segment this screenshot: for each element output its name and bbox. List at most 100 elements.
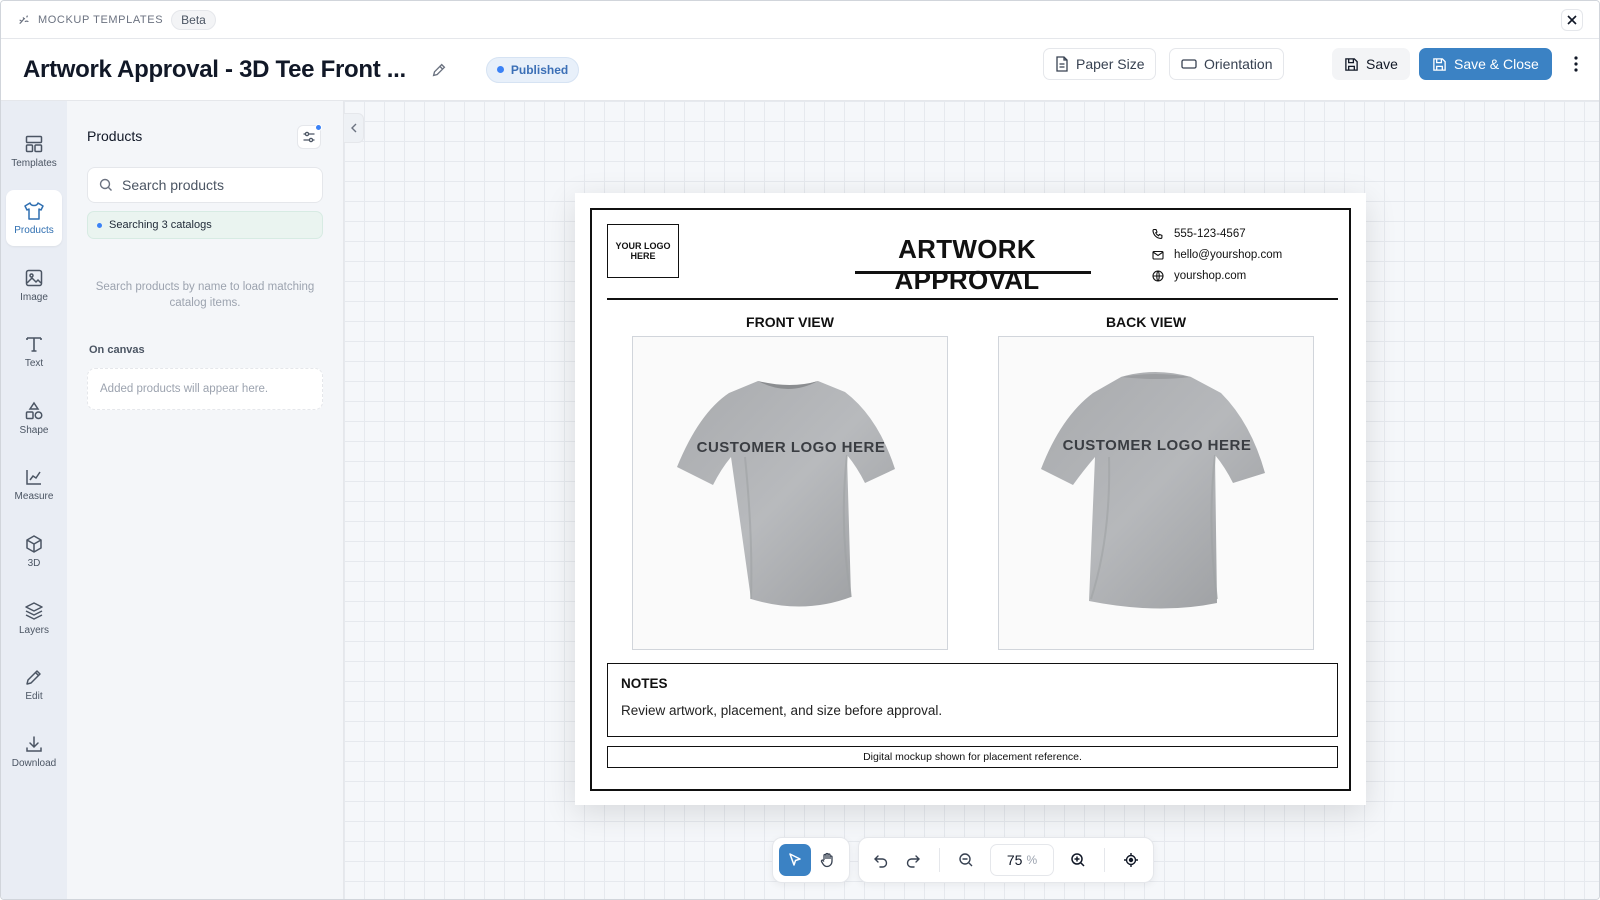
select-tool-button[interactable] xyxy=(779,844,811,876)
zoom-in-button[interactable] xyxy=(1062,844,1094,876)
front-view-frame[interactable]: CUSTOMER LOGO HERE xyxy=(632,336,948,650)
rail-label: Download xyxy=(11,757,57,769)
search-box xyxy=(87,167,323,203)
back-view-frame[interactable]: CUSTOMER LOGO HERE xyxy=(998,336,1314,650)
pan-tool-button[interactable] xyxy=(811,844,843,876)
rail-item-text[interactable]: Text xyxy=(6,323,62,379)
rail-label: Layers xyxy=(18,624,49,636)
chart-icon xyxy=(26,469,41,485)
app-topbar: MOCKUP TEMPLATES Beta xyxy=(1,1,1599,39)
rail-item-measure[interactable]: Measure xyxy=(6,456,62,512)
catalog-status: Searching 3 catalogs xyxy=(87,211,323,239)
status-label: Published xyxy=(510,62,569,77)
front-print-area[interactable]: CUSTOMER LOGO HERE xyxy=(633,439,949,456)
website-text: yourshop.com xyxy=(1174,270,1247,282)
design-canvas[interactable]: YOUR LOGO HERE ARTWORK APPROVAL 555-123-… xyxy=(344,101,1599,899)
phone-text: 555-123-4567 xyxy=(1174,228,1246,240)
toolbar-divider xyxy=(1104,848,1105,872)
tshirt-back-image xyxy=(1041,372,1265,609)
filter-indicator xyxy=(315,124,322,131)
zoom-level[interactable]: 75% xyxy=(990,844,1054,876)
notes-section[interactable]: NOTES Review artwork, placement, and siz… xyxy=(607,663,1338,737)
status-dot xyxy=(496,66,504,73)
undo-icon xyxy=(874,855,888,868)
sliders-icon xyxy=(303,131,315,143)
phone-icon xyxy=(1152,228,1163,239)
mail-icon xyxy=(1152,250,1164,260)
catalog-status-dot xyxy=(97,222,102,228)
orientation-button[interactable]: Orientation xyxy=(1169,48,1285,80)
crosshair-icon xyxy=(1124,853,1138,867)
header-divider xyxy=(607,298,1338,300)
paper-size-label: Paper Size xyxy=(1076,56,1145,72)
document-icon xyxy=(1056,56,1068,72)
rail-item-layers[interactable]: Layers xyxy=(6,590,62,646)
contact-website[interactable]: yourshop.com xyxy=(1152,270,1246,282)
app-window: MOCKUP TEMPLATES Beta Artwork Approval -… xyxy=(0,0,1600,900)
beta-badge: Beta xyxy=(171,9,216,30)
title-underline xyxy=(855,271,1091,274)
save-label: Save xyxy=(1366,56,1398,72)
document-title: Artwork Approval - 3D Tee Front ... xyxy=(23,55,406,83)
shirt-icon xyxy=(24,201,44,220)
rail-item-templates[interactable]: Templates xyxy=(6,123,62,179)
rail-item-image[interactable]: Image xyxy=(6,257,62,313)
catalog-status-label: Searching 3 catalogs xyxy=(109,219,212,231)
back-view-label[interactable]: BACK VIEW xyxy=(998,314,1294,330)
pencil-icon xyxy=(26,669,41,685)
rail-label: Shape xyxy=(19,424,49,436)
search-icon xyxy=(99,178,112,191)
front-view-label[interactable]: FRONT VIEW xyxy=(632,314,948,330)
paper-size-button[interactable]: Paper Size xyxy=(1043,48,1157,80)
contact-email[interactable]: hello@yourshop.com xyxy=(1152,249,1282,261)
rail-label: Text xyxy=(24,357,44,369)
more-options-icon[interactable] xyxy=(1567,54,1585,74)
on-canvas-heading: On canvas xyxy=(89,344,145,356)
history-zoom-tools: 75% xyxy=(858,837,1154,883)
cube-icon xyxy=(26,534,42,553)
rail-label: Edit xyxy=(25,690,43,702)
rail-item-download[interactable]: Download xyxy=(6,723,62,779)
zoom-out-button[interactable] xyxy=(950,844,982,876)
edit-title-icon[interactable] xyxy=(430,61,448,79)
back-print-area[interactable]: CUSTOMER LOGO HERE xyxy=(999,437,1315,454)
logo-placeholder[interactable]: YOUR LOGO HERE xyxy=(607,224,679,278)
rail-item-products[interactable]: Products xyxy=(6,190,62,246)
pointer-tools xyxy=(772,837,850,883)
orientation-label: Orientation xyxy=(1204,56,1273,72)
email-text: hello@yourshop.com xyxy=(1174,249,1283,261)
status-badge: Published xyxy=(485,56,580,83)
tool-rail: Templates Products Image Text Shape Meas… xyxy=(1,101,67,899)
rail-label: Measure xyxy=(14,490,54,502)
rail-item-shape[interactable]: Shape xyxy=(6,390,62,446)
save-close-button[interactable]: Save & Close xyxy=(1419,48,1552,80)
zoom-unit: % xyxy=(1026,853,1038,867)
zoom-in-icon xyxy=(1071,853,1085,867)
collapse-panel-button[interactable] xyxy=(344,113,364,143)
redo-button[interactable] xyxy=(897,844,929,876)
rail-label: Image xyxy=(20,291,48,303)
floppy-icon xyxy=(1433,57,1446,71)
app-logo-icon xyxy=(19,14,29,24)
rail-item-3d[interactable]: 3D xyxy=(6,523,62,579)
search-input[interactable] xyxy=(122,177,312,193)
globe-icon xyxy=(1152,270,1164,282)
footer-disclaimer[interactable]: Digital mockup shown for placement refer… xyxy=(607,746,1338,768)
contact-phone[interactable]: 555-123-4567 xyxy=(1152,228,1246,240)
on-canvas-empty-state: Added products will appear here. xyxy=(87,368,323,410)
recenter-button[interactable] xyxy=(1115,844,1147,876)
zoom-out-icon xyxy=(959,853,973,867)
artboard[interactable]: YOUR LOGO HERE ARTWORK APPROVAL 555-123-… xyxy=(575,193,1366,805)
sheet-title[interactable]: ARTWORK APPROVAL xyxy=(827,234,1107,296)
rail-item-edit[interactable]: Edit xyxy=(6,656,62,712)
tshirt-front-image xyxy=(677,381,895,607)
download-icon xyxy=(26,735,42,752)
undo-button[interactable] xyxy=(865,844,897,876)
rail-label: Templates xyxy=(11,157,57,169)
close-icon xyxy=(1567,15,1577,25)
save-close-label: Save & Close xyxy=(1454,56,1539,72)
toolbar-divider xyxy=(939,848,940,872)
close-window-button[interactable] xyxy=(1561,9,1583,31)
filter-button[interactable] xyxy=(297,124,322,149)
save-button[interactable]: Save xyxy=(1332,48,1410,80)
